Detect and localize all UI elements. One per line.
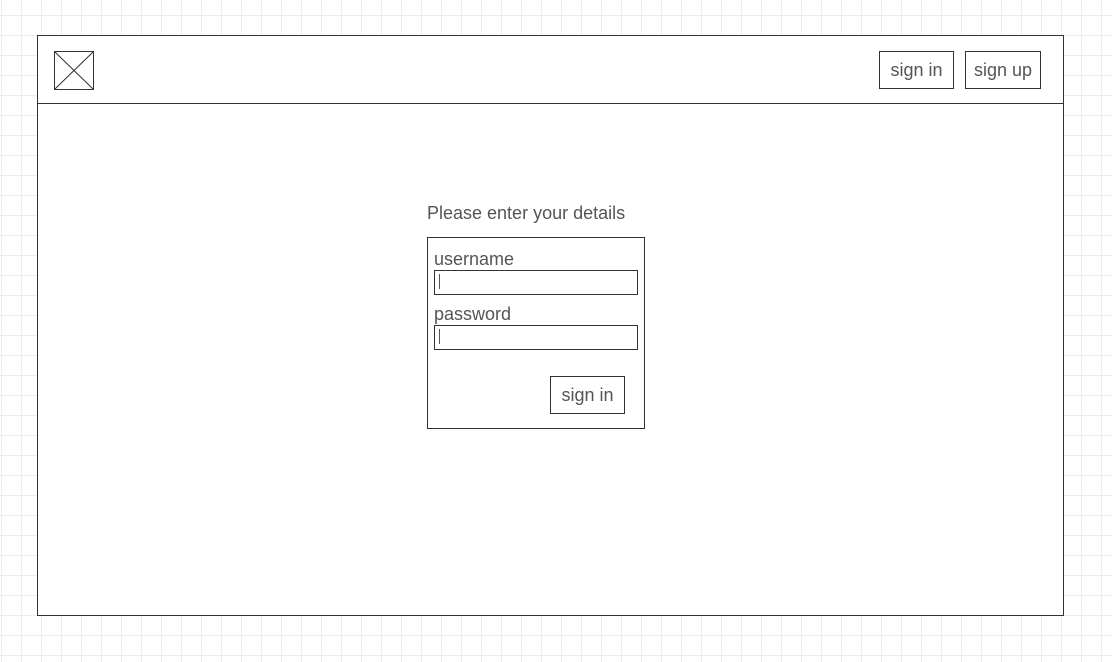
username-label: username bbox=[434, 249, 515, 269]
username-field[interactable] bbox=[434, 270, 638, 295]
password-field[interactable] bbox=[434, 325, 638, 350]
password-label: password bbox=[434, 304, 512, 324]
header-bar: sign in sign up bbox=[38, 36, 1063, 104]
header-sign-up-button[interactable]: sign up bbox=[965, 51, 1041, 89]
sign-in-submit-button[interactable]: sign in bbox=[550, 376, 625, 414]
browser-frame: sign in sign up Please enter your detail… bbox=[37, 35, 1064, 616]
login-form: username password sign in bbox=[427, 237, 645, 429]
header-sign-in-button[interactable]: sign in bbox=[879, 51, 954, 89]
image-placeholder-icon bbox=[55, 52, 93, 89]
logo-placeholder-icon bbox=[54, 51, 94, 90]
login-prompt: Please enter your details bbox=[427, 203, 626, 223]
